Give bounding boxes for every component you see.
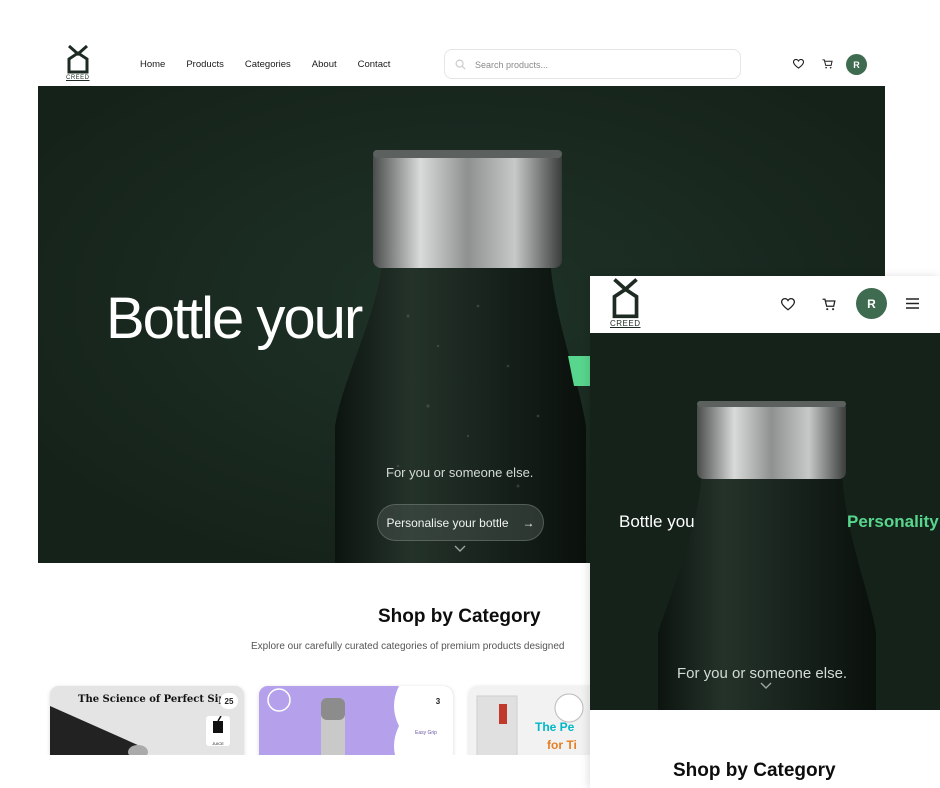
category-count-badge: 25 (220, 693, 238, 709)
logo-wordmark: CREED (66, 75, 90, 81)
wishlist-button[interactable] (780, 296, 796, 312)
desktop-navbar: CREED Home Products Categories About Con… (38, 40, 885, 86)
mobile-mockup: CREED R Bottle you Personality For you o… (590, 276, 940, 788)
search-icon (455, 59, 466, 70)
category-card[interactable]: The Science of Perfect Sips 25 JUICE (50, 686, 244, 755)
mobile-hero-accent: Personality (847, 512, 939, 531)
creed-logo-icon (612, 278, 639, 319)
nav-link-products[interactable]: Products (186, 59, 224, 70)
mobile-navbar: CREED R (590, 276, 940, 333)
wishlist-button[interactable] (792, 58, 804, 70)
cart-icon (822, 59, 833, 69)
nav-link-about[interactable]: About (312, 59, 337, 70)
menu-button[interactable] (905, 297, 919, 310)
mobile-hero-subtitle: For you or someone else. (677, 665, 848, 682)
menu-icon (905, 298, 919, 309)
juice-icon: JUICE (206, 715, 230, 746)
category-card-title: The Science of Perfect Sips (78, 694, 232, 705)
chevron-down-icon[interactable] (760, 682, 772, 689)
creed-logo[interactable]: CREED (610, 278, 641, 328)
category-card-tag: Easy Grip (415, 730, 437, 736)
hero-subtitle: For you or someone else. (386, 465, 534, 480)
user-avatar[interactable]: R (846, 54, 867, 75)
creed-logo-icon (67, 45, 89, 74)
chevron-down-icon[interactable] (454, 545, 466, 552)
cart-button[interactable] (821, 58, 833, 70)
primary-nav: Home Products Categories About Contact (140, 59, 411, 70)
category-card[interactable]: 3 Easy Grip (259, 686, 453, 755)
shop-by-category-title: Shop by Category (378, 606, 541, 627)
search-bar (444, 49, 741, 79)
mobile-hero-title: Bottle you (619, 512, 695, 531)
search-input[interactable] (475, 56, 725, 74)
cart-icon (822, 298, 836, 310)
hero-title: Bottle your (106, 286, 363, 351)
heart-icon (781, 297, 795, 311)
user-avatar[interactable]: R (856, 288, 887, 319)
category-card-title: The Pe (535, 720, 575, 734)
logo-wordmark: CREED (610, 319, 641, 328)
shop-by-category-title: Shop by Category (673, 760, 836, 781)
shop-by-category-description: Explore our carefully curated categories… (251, 641, 565, 652)
nav-link-contact[interactable]: Contact (358, 59, 391, 70)
creed-logo[interactable]: CREED (66, 45, 90, 81)
category-count-badge: 3 (435, 696, 441, 706)
heart-icon (792, 59, 804, 69)
bottle-thumbnail (259, 686, 453, 755)
personalise-button-label: Personalise your bottle (386, 515, 509, 530)
personalise-button[interactable]: Personalise your bottle → (377, 504, 544, 541)
nav-link-home[interactable]: Home (140, 59, 165, 70)
category-card-title-line2: for Ti (547, 738, 577, 752)
mobile-hero-banner: Bottle you Personality For you or someon… (590, 333, 940, 710)
arrow-right-icon: → (522, 515, 535, 530)
nav-link-categories[interactable]: Categories (245, 59, 291, 70)
cart-button[interactable] (821, 296, 837, 312)
